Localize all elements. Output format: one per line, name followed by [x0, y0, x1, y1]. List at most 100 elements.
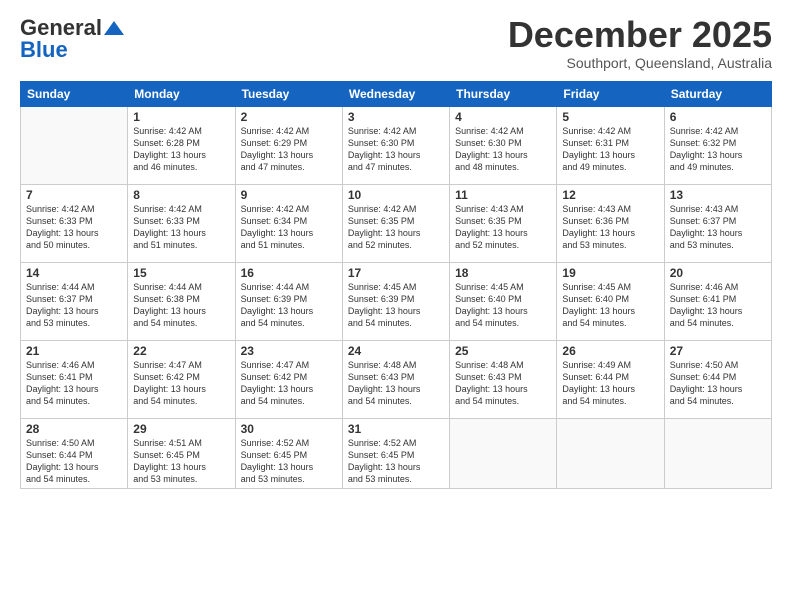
day-number: 7 — [26, 188, 122, 202]
day-info: Sunrise: 4:44 AM Sunset: 6:38 PM Dayligh… — [133, 281, 229, 330]
day-info: Sunrise: 4:42 AM Sunset: 6:35 PM Dayligh… — [348, 203, 444, 252]
calendar-cell: 6Sunrise: 4:42 AM Sunset: 6:32 PM Daylig… — [664, 106, 771, 184]
day-number: 28 — [26, 422, 122, 436]
calendar-cell — [664, 418, 771, 489]
calendar-cell: 2Sunrise: 4:42 AM Sunset: 6:29 PM Daylig… — [235, 106, 342, 184]
day-info: Sunrise: 4:42 AM Sunset: 6:31 PM Dayligh… — [562, 125, 658, 174]
day-info: Sunrise: 4:42 AM Sunset: 6:34 PM Dayligh… — [241, 203, 337, 252]
calendar-cell: 30Sunrise: 4:52 AM Sunset: 6:45 PM Dayli… — [235, 418, 342, 489]
day-info: Sunrise: 4:42 AM Sunset: 6:30 PM Dayligh… — [348, 125, 444, 174]
calendar-cell: 23Sunrise: 4:47 AM Sunset: 6:42 PM Dayli… — [235, 340, 342, 418]
calendar-cell: 8Sunrise: 4:42 AM Sunset: 6:33 PM Daylig… — [128, 184, 235, 262]
day-info: Sunrise: 4:43 AM Sunset: 6:36 PM Dayligh… — [562, 203, 658, 252]
day-number: 18 — [455, 266, 551, 280]
day-info: Sunrise: 4:42 AM Sunset: 6:30 PM Dayligh… — [455, 125, 551, 174]
day-number: 16 — [241, 266, 337, 280]
week-row-4: 21Sunrise: 4:46 AM Sunset: 6:41 PM Dayli… — [21, 340, 772, 418]
calendar-cell: 11Sunrise: 4:43 AM Sunset: 6:35 PM Dayli… — [450, 184, 557, 262]
day-info: Sunrise: 4:45 AM Sunset: 6:39 PM Dayligh… — [348, 281, 444, 330]
day-info: Sunrise: 4:42 AM Sunset: 6:32 PM Dayligh… — [670, 125, 766, 174]
day-number: 19 — [562, 266, 658, 280]
day-number: 14 — [26, 266, 122, 280]
weekday-header-monday: Monday — [128, 81, 235, 106]
calendar-cell: 14Sunrise: 4:44 AM Sunset: 6:37 PM Dayli… — [21, 262, 128, 340]
day-number: 30 — [241, 422, 337, 436]
day-number: 5 — [562, 110, 658, 124]
calendar-cell: 17Sunrise: 4:45 AM Sunset: 6:39 PM Dayli… — [342, 262, 449, 340]
day-info: Sunrise: 4:44 AM Sunset: 6:39 PM Dayligh… — [241, 281, 337, 330]
calendar-cell: 9Sunrise: 4:42 AM Sunset: 6:34 PM Daylig… — [235, 184, 342, 262]
logo: General Blue — [20, 15, 126, 63]
day-number: 1 — [133, 110, 229, 124]
day-info: Sunrise: 4:49 AM Sunset: 6:44 PM Dayligh… — [562, 359, 658, 408]
weekday-header-row: SundayMondayTuesdayWednesdayThursdayFrid… — [21, 81, 772, 106]
day-info: Sunrise: 4:52 AM Sunset: 6:45 PM Dayligh… — [241, 437, 337, 486]
day-number: 24 — [348, 344, 444, 358]
calendar-cell: 26Sunrise: 4:49 AM Sunset: 6:44 PM Dayli… — [557, 340, 664, 418]
day-number: 12 — [562, 188, 658, 202]
calendar-cell — [21, 106, 128, 184]
calendar-cell — [450, 418, 557, 489]
week-row-1: 1Sunrise: 4:42 AM Sunset: 6:28 PM Daylig… — [21, 106, 772, 184]
calendar-cell: 31Sunrise: 4:52 AM Sunset: 6:45 PM Dayli… — [342, 418, 449, 489]
calendar-cell: 25Sunrise: 4:48 AM Sunset: 6:43 PM Dayli… — [450, 340, 557, 418]
calendar-cell: 7Sunrise: 4:42 AM Sunset: 6:33 PM Daylig… — [21, 184, 128, 262]
calendar-cell: 10Sunrise: 4:42 AM Sunset: 6:35 PM Dayli… — [342, 184, 449, 262]
week-row-2: 7Sunrise: 4:42 AM Sunset: 6:33 PM Daylig… — [21, 184, 772, 262]
calendar-cell — [557, 418, 664, 489]
day-number: 15 — [133, 266, 229, 280]
week-row-3: 14Sunrise: 4:44 AM Sunset: 6:37 PM Dayli… — [21, 262, 772, 340]
day-info: Sunrise: 4:44 AM Sunset: 6:37 PM Dayligh… — [26, 281, 122, 330]
day-number: 6 — [670, 110, 766, 124]
calendar-cell: 16Sunrise: 4:44 AM Sunset: 6:39 PM Dayli… — [235, 262, 342, 340]
day-info: Sunrise: 4:42 AM Sunset: 6:29 PM Dayligh… — [241, 125, 337, 174]
day-number: 25 — [455, 344, 551, 358]
day-info: Sunrise: 4:51 AM Sunset: 6:45 PM Dayligh… — [133, 437, 229, 486]
day-number: 11 — [455, 188, 551, 202]
calendar-table: SundayMondayTuesdayWednesdayThursdayFrid… — [20, 81, 772, 490]
weekday-header-sunday: Sunday — [21, 81, 128, 106]
weekday-header-friday: Friday — [557, 81, 664, 106]
weekday-header-wednesday: Wednesday — [342, 81, 449, 106]
day-info: Sunrise: 4:42 AM Sunset: 6:33 PM Dayligh… — [26, 203, 122, 252]
calendar-cell: 1Sunrise: 4:42 AM Sunset: 6:28 PM Daylig… — [128, 106, 235, 184]
day-number: 29 — [133, 422, 229, 436]
day-info: Sunrise: 4:48 AM Sunset: 6:43 PM Dayligh… — [348, 359, 444, 408]
calendar-cell: 29Sunrise: 4:51 AM Sunset: 6:45 PM Dayli… — [128, 418, 235, 489]
weekday-header-thursday: Thursday — [450, 81, 557, 106]
day-info: Sunrise: 4:47 AM Sunset: 6:42 PM Dayligh… — [133, 359, 229, 408]
day-number: 17 — [348, 266, 444, 280]
day-info: Sunrise: 4:47 AM Sunset: 6:42 PM Dayligh… — [241, 359, 337, 408]
calendar-cell: 24Sunrise: 4:48 AM Sunset: 6:43 PM Dayli… — [342, 340, 449, 418]
weekday-header-tuesday: Tuesday — [235, 81, 342, 106]
day-info: Sunrise: 4:42 AM Sunset: 6:28 PM Dayligh… — [133, 125, 229, 174]
week-row-5: 28Sunrise: 4:50 AM Sunset: 6:44 PM Dayli… — [21, 418, 772, 489]
calendar-cell: 19Sunrise: 4:45 AM Sunset: 6:40 PM Dayli… — [557, 262, 664, 340]
day-number: 8 — [133, 188, 229, 202]
weekday-header-saturday: Saturday — [664, 81, 771, 106]
day-info: Sunrise: 4:46 AM Sunset: 6:41 PM Dayligh… — [670, 281, 766, 330]
location-subtitle: Southport, Queensland, Australia — [508, 55, 772, 71]
day-number: 26 — [562, 344, 658, 358]
logo-icon — [104, 19, 124, 37]
month-title: December 2025 — [508, 15, 772, 55]
day-info: Sunrise: 4:45 AM Sunset: 6:40 PM Dayligh… — [455, 281, 551, 330]
day-number: 31 — [348, 422, 444, 436]
logo-blue: Blue — [20, 37, 68, 63]
day-info: Sunrise: 4:50 AM Sunset: 6:44 PM Dayligh… — [26, 437, 122, 486]
day-info: Sunrise: 4:46 AM Sunset: 6:41 PM Dayligh… — [26, 359, 122, 408]
day-number: 9 — [241, 188, 337, 202]
calendar-page: General Blue December 2025 Southport, Qu… — [0, 0, 792, 612]
day-info: Sunrise: 4:43 AM Sunset: 6:35 PM Dayligh… — [455, 203, 551, 252]
day-info: Sunrise: 4:50 AM Sunset: 6:44 PM Dayligh… — [670, 359, 766, 408]
day-info: Sunrise: 4:45 AM Sunset: 6:40 PM Dayligh… — [562, 281, 658, 330]
day-number: 22 — [133, 344, 229, 358]
calendar-cell: 28Sunrise: 4:50 AM Sunset: 6:44 PM Dayli… — [21, 418, 128, 489]
day-info: Sunrise: 4:43 AM Sunset: 6:37 PM Dayligh… — [670, 203, 766, 252]
day-number: 27 — [670, 344, 766, 358]
day-number: 21 — [26, 344, 122, 358]
day-number: 13 — [670, 188, 766, 202]
calendar-cell: 3Sunrise: 4:42 AM Sunset: 6:30 PM Daylig… — [342, 106, 449, 184]
day-info: Sunrise: 4:48 AM Sunset: 6:43 PM Dayligh… — [455, 359, 551, 408]
calendar-cell: 27Sunrise: 4:50 AM Sunset: 6:44 PM Dayli… — [664, 340, 771, 418]
